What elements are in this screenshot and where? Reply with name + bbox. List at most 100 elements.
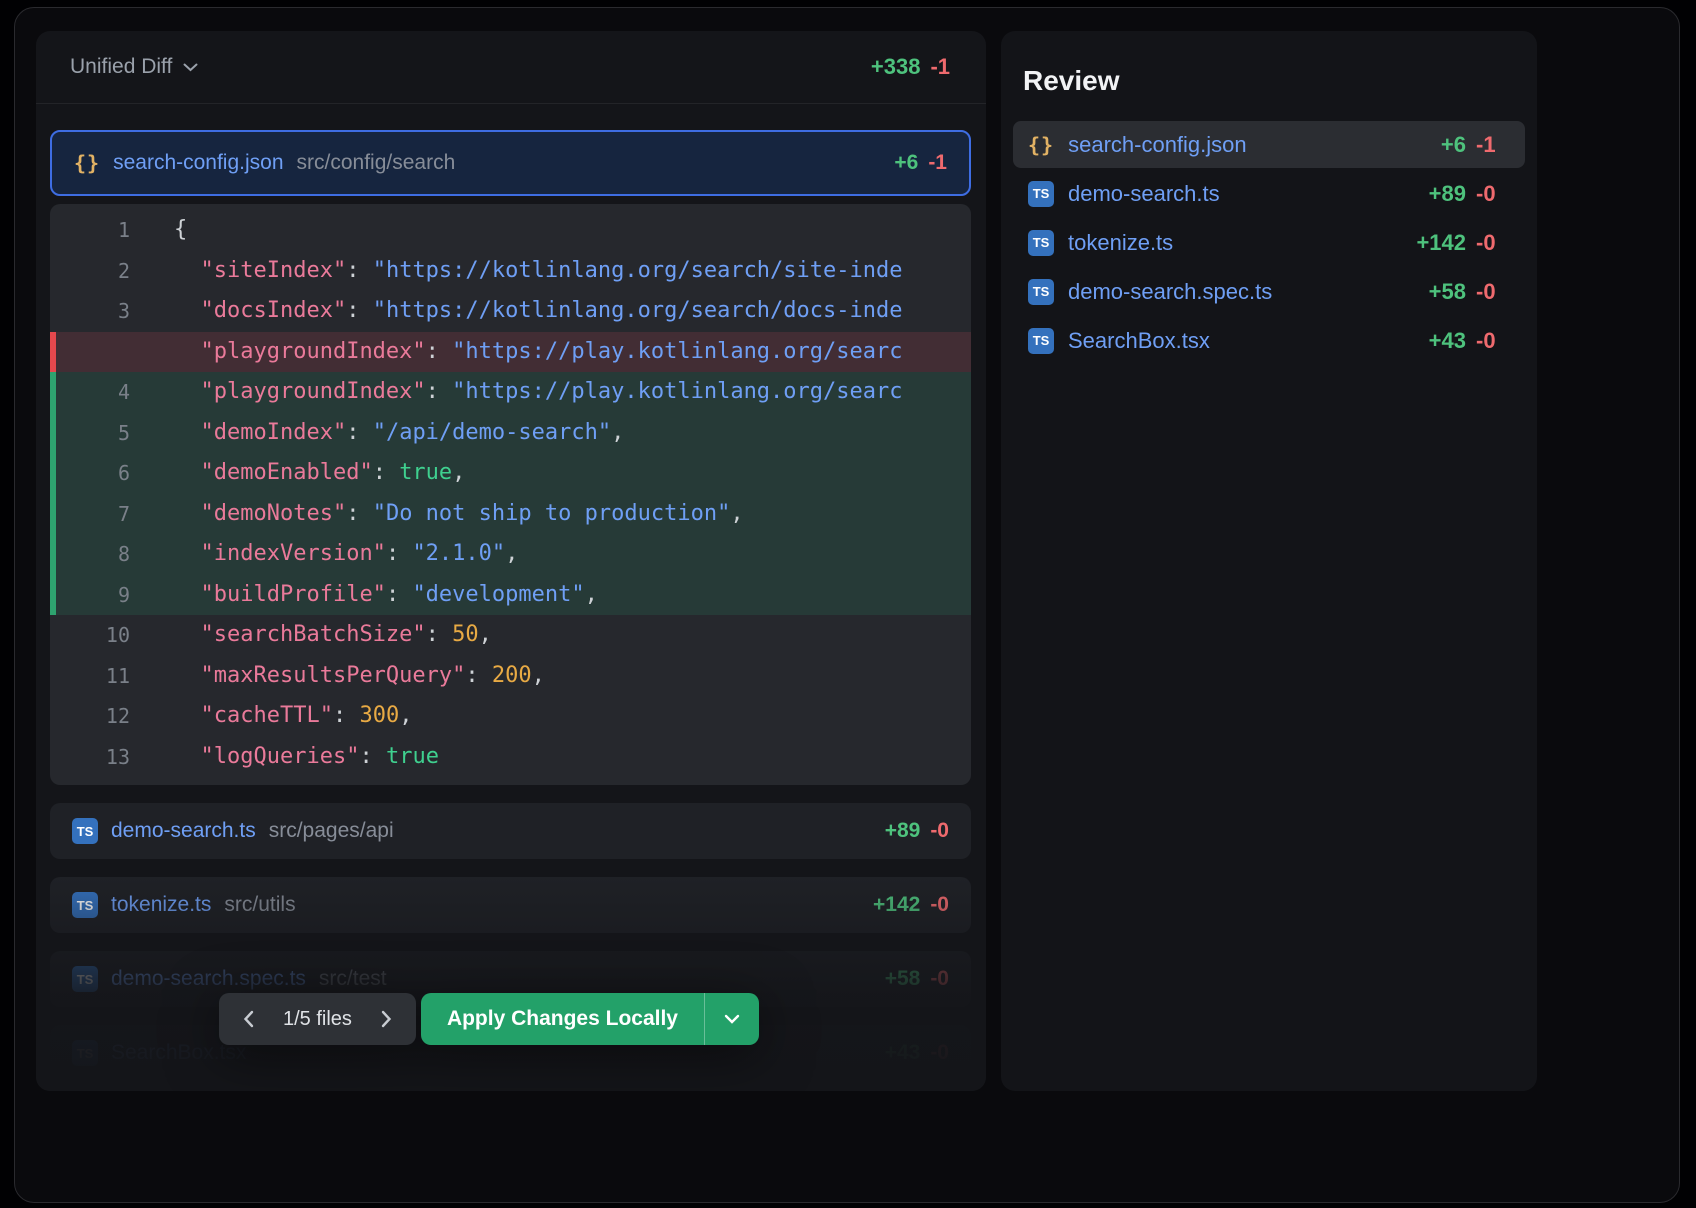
file-path: src/pages/api <box>269 819 394 843</box>
diff-change-marker <box>50 696 56 737</box>
file-name: demo-search.ts <box>111 819 256 843</box>
apply-options-button[interactable] <box>705 993 759 1045</box>
file-added-count: +89 <box>1410 181 1466 207</box>
review-file-list: {} search-config.json +6 -1 TS demo-sear… <box>1013 121 1525 364</box>
diff-change-marker <box>50 453 56 494</box>
line-number: 10 <box>50 615 130 656</box>
file-diff-counts: +89 -0 <box>885 819 949 843</box>
code-line: 3 "docsIndex": "https://kotlinlang.org/s… <box>50 291 971 332</box>
file-diff-counts: +6 -1 <box>1410 132 1510 158</box>
code-text: "demoIndex": "/api/demo-search", <box>130 413 624 454</box>
chevron-down-icon <box>183 63 198 72</box>
line-number: 6 <box>50 453 130 494</box>
diff-change-marker <box>50 494 56 535</box>
diff-change-marker <box>50 291 56 332</box>
next-file-button[interactable] <box>366 998 408 1040</box>
code-line: 10 "searchBatchSize": 50, <box>50 615 971 656</box>
file-name: tokenize.ts <box>1068 230 1173 256</box>
prev-file-button[interactable] <box>227 998 269 1040</box>
file-diff-counts: +58 -0 <box>1410 279 1510 305</box>
code-text: "demoEnabled": true, <box>130 453 465 494</box>
app-window: Unified Diff +338 -1 {} search-config.js… <box>14 7 1680 1203</box>
line-number: 4 <box>50 372 130 413</box>
file-diff-counts: +89 -0 <box>1410 181 1510 207</box>
code-line: 8 "indexVersion": "2.1.0", <box>50 534 971 575</box>
chevron-right-icon <box>381 1010 392 1028</box>
chevron-down-icon <box>724 1014 740 1024</box>
file-name: search-config.json <box>1068 132 1247 158</box>
typescript-file-icon: TS <box>72 892 98 918</box>
file-added-count: +142 <box>1410 230 1466 256</box>
line-number: 7 <box>50 494 130 535</box>
total-diff-counts: +338 -1 <box>871 54 950 80</box>
typescript-file-icon: TS <box>72 966 98 992</box>
line-number: 2 <box>50 251 130 292</box>
code-line: 9 "buildProfile": "development", <box>50 575 971 616</box>
typescript-file-icon: TS <box>1028 279 1054 305</box>
file-added-count: +58 <box>1410 279 1466 305</box>
file-diff-counts: +43 -0 <box>1410 328 1510 354</box>
file-added-count: +43 <box>1410 328 1466 354</box>
file-pager: 1/5 files <box>219 993 416 1045</box>
line-number: 13 <box>50 737 130 778</box>
file-removed-count: -0 <box>930 967 949 991</box>
code-line: 5 "demoIndex": "/api/demo-search", <box>50 413 971 454</box>
file-removed-count: -1 <box>928 151 947 175</box>
file-path: src/utils <box>224 893 295 917</box>
diff-view-label: Unified Diff <box>70 55 172 79</box>
file-removed-count: -0 <box>1476 181 1510 207</box>
code-line: 2 "siteIndex": "https://kotlinlang.org/s… <box>50 251 971 292</box>
typescript-file-icon: TS <box>72 818 98 844</box>
file-diff-counts: +58 -0 <box>885 967 949 991</box>
review-file-row[interactable]: TS demo-search.ts +89 -0 <box>1013 170 1525 217</box>
diff-change-marker <box>50 737 56 778</box>
file-card[interactable]: TS tokenize.ts src/utils +142 -0 <box>50 877 971 933</box>
file-name: search-config.json <box>113 151 283 175</box>
code-line: 11 "maxResultsPerQuery": 200, <box>50 656 971 697</box>
code-line: 6 "demoEnabled": true, <box>50 453 971 494</box>
review-title: Review <box>1023 65 1525 97</box>
diff-panel: Unified Diff +338 -1 {} search-config.js… <box>36 31 986 1091</box>
diff-change-marker <box>50 251 56 292</box>
file-card[interactable]: TS demo-search.ts src/pages/api +89 -0 <box>50 803 971 859</box>
line-number: 9 <box>50 575 130 616</box>
diff-change-marker <box>50 413 56 454</box>
diff-change-marker <box>50 615 56 656</box>
file-diff-counts: +6 -1 <box>894 151 947 175</box>
review-file-row[interactable]: TS tokenize.ts +142 -0 <box>1013 219 1525 266</box>
diff-view-selector[interactable]: Unified Diff <box>70 55 198 79</box>
pager-label: 1/5 files <box>269 1008 366 1031</box>
file-name: tokenize.ts <box>111 893 211 917</box>
file-added-count: +142 <box>873 893 920 917</box>
typescript-file-icon: TS <box>1028 230 1054 256</box>
file-name: SearchBox.tsx <box>1068 328 1210 354</box>
code-text: { <box>130 210 187 251</box>
diff-change-marker <box>50 372 56 413</box>
json-file-icon: {} <box>1028 133 1054 157</box>
file-removed-count: -0 <box>1476 230 1510 256</box>
file-removed-count: -0 <box>930 893 949 917</box>
diff-change-marker <box>50 332 56 373</box>
diff-code-view: 1 { 2 "siteIndex": "https://kotlinlang.o… <box>50 204 971 785</box>
line-number: 1 <box>50 210 130 251</box>
diff-body: {} search-config.json src/config/search … <box>36 104 986 1091</box>
code-text: "indexVersion": "2.1.0", <box>130 534 518 575</box>
review-file-row[interactable]: TS SearchBox.tsx +43 -0 <box>1013 317 1525 364</box>
apply-changes-button[interactable]: Apply Changes Locally <box>421 993 704 1045</box>
code-text: "playgroundIndex": "https://play.kotlinl… <box>130 372 903 413</box>
file-removed-count: -0 <box>1476 279 1510 305</box>
line-number: 11 <box>50 656 130 697</box>
total-added-count: +338 <box>871 54 921 80</box>
code-line: 7 "demoNotes": "Do not ship to productio… <box>50 494 971 535</box>
file-diff-counts: +43 -0 <box>885 1041 949 1065</box>
review-file-row[interactable]: {} search-config.json +6 -1 <box>1013 121 1525 168</box>
code-text: "docsIndex": "https://kotlinlang.org/sea… <box>130 291 903 332</box>
json-file-icon: {} <box>74 151 100 175</box>
line-number <box>50 332 130 373</box>
diff-header: Unified Diff +338 -1 <box>36 31 986 104</box>
code-text: "buildProfile": "development", <box>130 575 598 616</box>
line-number: 8 <box>50 534 130 575</box>
review-file-row[interactable]: TS demo-search.spec.ts +58 -0 <box>1013 268 1525 315</box>
file-card-selected[interactable]: {} search-config.json src/config/search … <box>50 130 971 196</box>
typescript-file-icon: TS <box>72 1040 98 1066</box>
